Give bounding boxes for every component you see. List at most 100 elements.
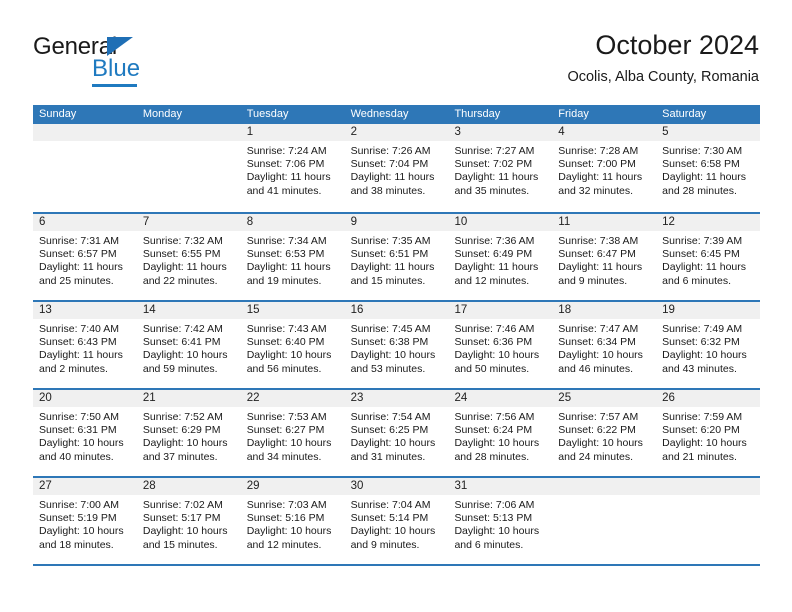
day-detail-line: Sunrise: 7:32 AM <box>142 235 223 247</box>
day-cell-13[interactable]: 13 Sunrise: 7:40 AM Sunset: 6:43 PM Dayligh… <box>33 302 137 388</box>
day-detail-line: and 53 minutes. <box>350 362 426 375</box>
day-detail-line: and 56 minutes. <box>246 362 322 375</box>
day-detail-line: Sunrise: 7:40 AM <box>39 323 119 335</box>
day-detail-body: Sunrise: 7:34 AM Sunset: 6:53 PM Daylight:… <box>241 231 345 288</box>
day-detail-line: Sunset: 6:49 PM <box>454 248 533 261</box>
day-number: 6 <box>39 216 46 228</box>
day-detail-line: and 50 minutes. <box>454 362 530 375</box>
day-cell-23[interactable]: 23 Sunrise: 7:54 AM Sunset: 6:25 PM Dayligh… <box>344 390 449 476</box>
day-detail-line: and 31 minutes. <box>350 450 426 463</box>
day-number-band: 18 <box>552 302 657 319</box>
day-number-band: 16 <box>344 302 449 319</box>
day-cell-7[interactable]: 7 Sunrise: 7:32 AM Sunset: 6:55 PM Daylight… <box>136 214 241 300</box>
day-number-band: 10 <box>448 214 553 231</box>
day-cell-17[interactable]: 17 Sunrise: 7:46 AM Sunset: 6:36 PM Dayligh… <box>448 302 553 388</box>
day-cell-16[interactable]: 16 Sunrise: 7:45 AM Sunset: 6:38 PM Dayligh… <box>344 302 449 388</box>
day-number-band: 31 <box>448 478 553 495</box>
day-number-band: 8 <box>240 214 345 231</box>
day-cell-21[interactable]: 21 Sunrise: 7:52 AM Sunset: 6:29 PM Dayligh… <box>136 390 241 476</box>
day-detail-line: and 9 minutes. <box>350 538 420 551</box>
day-detail-body: Sunrise: 7:56 AM Sunset: 6:24 PM Daylight:… <box>448 407 552 464</box>
day-detail-body: Sunrise: 7:45 AM Sunset: 6:38 PM Daylight:… <box>345 319 449 376</box>
title-block: October 2024 Ocolis, Alba County, Romani… <box>567 28 759 87</box>
calendar-week-row: 13 Sunrise: 7:40 AM Sunset: 6:43 PM Dayligh… <box>33 300 761 388</box>
weekday-header-sunday: Sunday <box>39 108 77 120</box>
day-cell-1[interactable]: 1 Sunrise: 7:24 AM Sunset: 7:06 PM Daylight… <box>240 124 345 212</box>
weekday-header-tuesday: Tuesday <box>246 108 289 120</box>
day-cell-11[interactable]: 11 Sunrise: 7:38 AM Sunset: 6:47 PM Dayligh… <box>552 214 657 300</box>
page-subtitle: Ocolis, Alba County, Romania <box>567 69 759 85</box>
page-title: October 2024 <box>595 30 759 60</box>
day-cell-31[interactable]: 31 Sunrise: 7:06 AM Sunset: 5:13 PM Dayligh… <box>448 478 553 564</box>
day-detail-body: Sunrise: 7:47 AM Sunset: 6:34 PM Daylight:… <box>552 319 656 376</box>
day-detail-line: Sunset: 6:43 PM <box>39 336 117 349</box>
calendar-weeks: 1 Sunrise: 7:24 AM Sunset: 7:06 PM Daylight… <box>33 124 761 564</box>
day-detail-line: Sunset: 6:41 PM <box>142 336 221 349</box>
day-detail-line: Daylight: 10 hours <box>662 437 747 450</box>
day-number-band: 14 <box>136 302 241 319</box>
day-detail-body: Sunrise: 7:27 AM Sunset: 7:02 PM Daylight:… <box>448 141 552 198</box>
day-cell-4[interactable]: 4 Sunrise: 7:28 AM Sunset: 7:00 PM Daylight… <box>552 124 657 212</box>
weekday-header-saturday: Saturday <box>662 108 707 120</box>
day-number: 24 <box>454 392 468 404</box>
day-number: 17 <box>454 304 468 316</box>
day-detail-body: Sunrise: 7:03 AM Sunset: 5:16 PM Daylight:… <box>241 495 345 552</box>
day-detail-line: Daylight: 10 hours <box>246 437 332 450</box>
day-number: 21 <box>142 392 156 404</box>
day-cell-19[interactable]: 19 Sunrise: 7:49 AM Sunset: 6:32 PM Dayligh… <box>656 302 761 388</box>
day-detail-line: Sunrise: 7:42 AM <box>142 323 223 335</box>
day-number-band: 5 <box>656 124 761 141</box>
day-detail-body <box>552 495 656 499</box>
day-cell-12[interactable]: 12 Sunrise: 7:39 AM Sunset: 6:45 PM Dayligh… <box>656 214 761 300</box>
day-detail-line: Daylight: 11 hours <box>350 171 435 184</box>
day-cell-28[interactable]: 28 Sunrise: 7:02 AM Sunset: 5:17 PM Dayligh… <box>136 478 241 564</box>
day-detail-line: Sunrise: 7:56 AM <box>454 411 535 423</box>
general-blue-logo[interactable]: General Blue <box>33 34 183 90</box>
day-detail-body: Sunrise: 7:54 AM Sunset: 6:25 PM Daylight:… <box>345 407 449 464</box>
day-detail-line: Sunrise: 7:27 AM <box>454 145 535 157</box>
day-detail-line: Daylight: 10 hours <box>246 349 332 362</box>
day-detail-body: Sunrise: 7:57 AM Sunset: 6:22 PM Daylight:… <box>552 407 656 464</box>
day-cell-2[interactable]: 2 Sunrise: 7:26 AM Sunset: 7:04 PM Daylight… <box>344 124 449 212</box>
day-number: 7 <box>142 216 150 228</box>
day-detail-line: Sunset: 6:47 PM <box>558 248 636 261</box>
day-detail-line: and 19 minutes. <box>246 274 322 287</box>
day-detail-line: Sunset: 6:31 PM <box>39 424 117 437</box>
day-detail-line: Sunrise: 7:45 AM <box>350 323 431 335</box>
day-cell-15[interactable]: 15 Sunrise: 7:43 AM Sunset: 6:40 PM Dayligh… <box>240 302 345 388</box>
day-number: 15 <box>246 304 260 316</box>
day-cell-8[interactable]: 8 Sunrise: 7:34 AM Sunset: 6:53 PM Daylight… <box>240 214 345 300</box>
day-detail-line: Sunset: 7:06 PM <box>246 158 325 171</box>
day-detail-body: Sunrise: 7:46 AM Sunset: 6:36 PM Daylight:… <box>448 319 552 376</box>
day-detail-line: Sunrise: 7:30 AM <box>662 145 743 157</box>
day-cell-3[interactable]: 3 Sunrise: 7:27 AM Sunset: 7:02 PM Daylight… <box>448 124 553 212</box>
day-detail-line: and 22 minutes. <box>142 274 218 287</box>
day-cell-29[interactable]: 29 Sunrise: 7:03 AM Sunset: 5:16 PM Dayligh… <box>240 478 345 564</box>
day-cell-18[interactable]: 18 Sunrise: 7:47 AM Sunset: 6:34 PM Dayligh… <box>552 302 657 388</box>
day-cell-26[interactable]: 26 Sunrise: 7:59 AM Sunset: 6:20 PM Dayligh… <box>656 390 761 476</box>
day-detail-line: Sunset: 6:32 PM <box>662 336 740 349</box>
day-cell-27[interactable]: 27 Sunrise: 7:00 AM Sunset: 5:19 PM Dayligh… <box>33 478 137 564</box>
day-cell-5[interactable]: 5 Sunrise: 7:30 AM Sunset: 6:58 PM Daylight… <box>656 124 761 212</box>
day-detail-body: Sunrise: 7:36 AM Sunset: 6:49 PM Daylight:… <box>448 231 552 288</box>
day-cell-14[interactable]: 14 Sunrise: 7:42 AM Sunset: 6:41 PM Dayligh… <box>136 302 241 388</box>
day-detail-line: Sunset: 6:57 PM <box>39 248 117 261</box>
day-detail-line: Daylight: 10 hours <box>558 437 643 450</box>
day-cell-30[interactable]: 30 Sunrise: 7:04 AM Sunset: 5:14 PM Dayligh… <box>344 478 449 564</box>
day-cell-24[interactable]: 24 Sunrise: 7:56 AM Sunset: 6:24 PM Dayligh… <box>448 390 553 476</box>
logo-text-blue: Blue <box>92 55 141 82</box>
day-detail-line: and 38 minutes. <box>350 184 426 197</box>
day-detail-line: Sunset: 5:17 PM <box>142 512 221 525</box>
day-cell-25[interactable]: 25 Sunrise: 7:57 AM Sunset: 6:22 PM Dayligh… <box>552 390 657 476</box>
day-detail-body: Sunrise: 7:24 AM Sunset: 7:06 PM Daylight:… <box>241 141 345 198</box>
day-cell-22[interactable]: 22 Sunrise: 7:53 AM Sunset: 6:27 PM Dayligh… <box>240 390 345 476</box>
day-cell-6[interactable]: 6 Sunrise: 7:31 AM Sunset: 6:57 PM Daylight… <box>33 214 137 300</box>
day-cell-9[interactable]: 9 Sunrise: 7:35 AM Sunset: 6:51 PM Daylight… <box>344 214 449 300</box>
day-number: 26 <box>662 392 675 404</box>
day-cell-20[interactable]: 20 Sunrise: 7:50 AM Sunset: 6:31 PM Dayligh… <box>33 390 137 476</box>
day-detail-line: Daylight: 10 hours <box>454 525 540 538</box>
day-detail-line: Sunset: 5:13 PM <box>454 512 533 525</box>
day-number: 18 <box>558 304 572 316</box>
day-cell-10[interactable]: 10 Sunrise: 7:36 AM Sunset: 6:49 PM Dayligh… <box>448 214 553 300</box>
day-detail-line: Daylight: 10 hours <box>350 437 436 450</box>
